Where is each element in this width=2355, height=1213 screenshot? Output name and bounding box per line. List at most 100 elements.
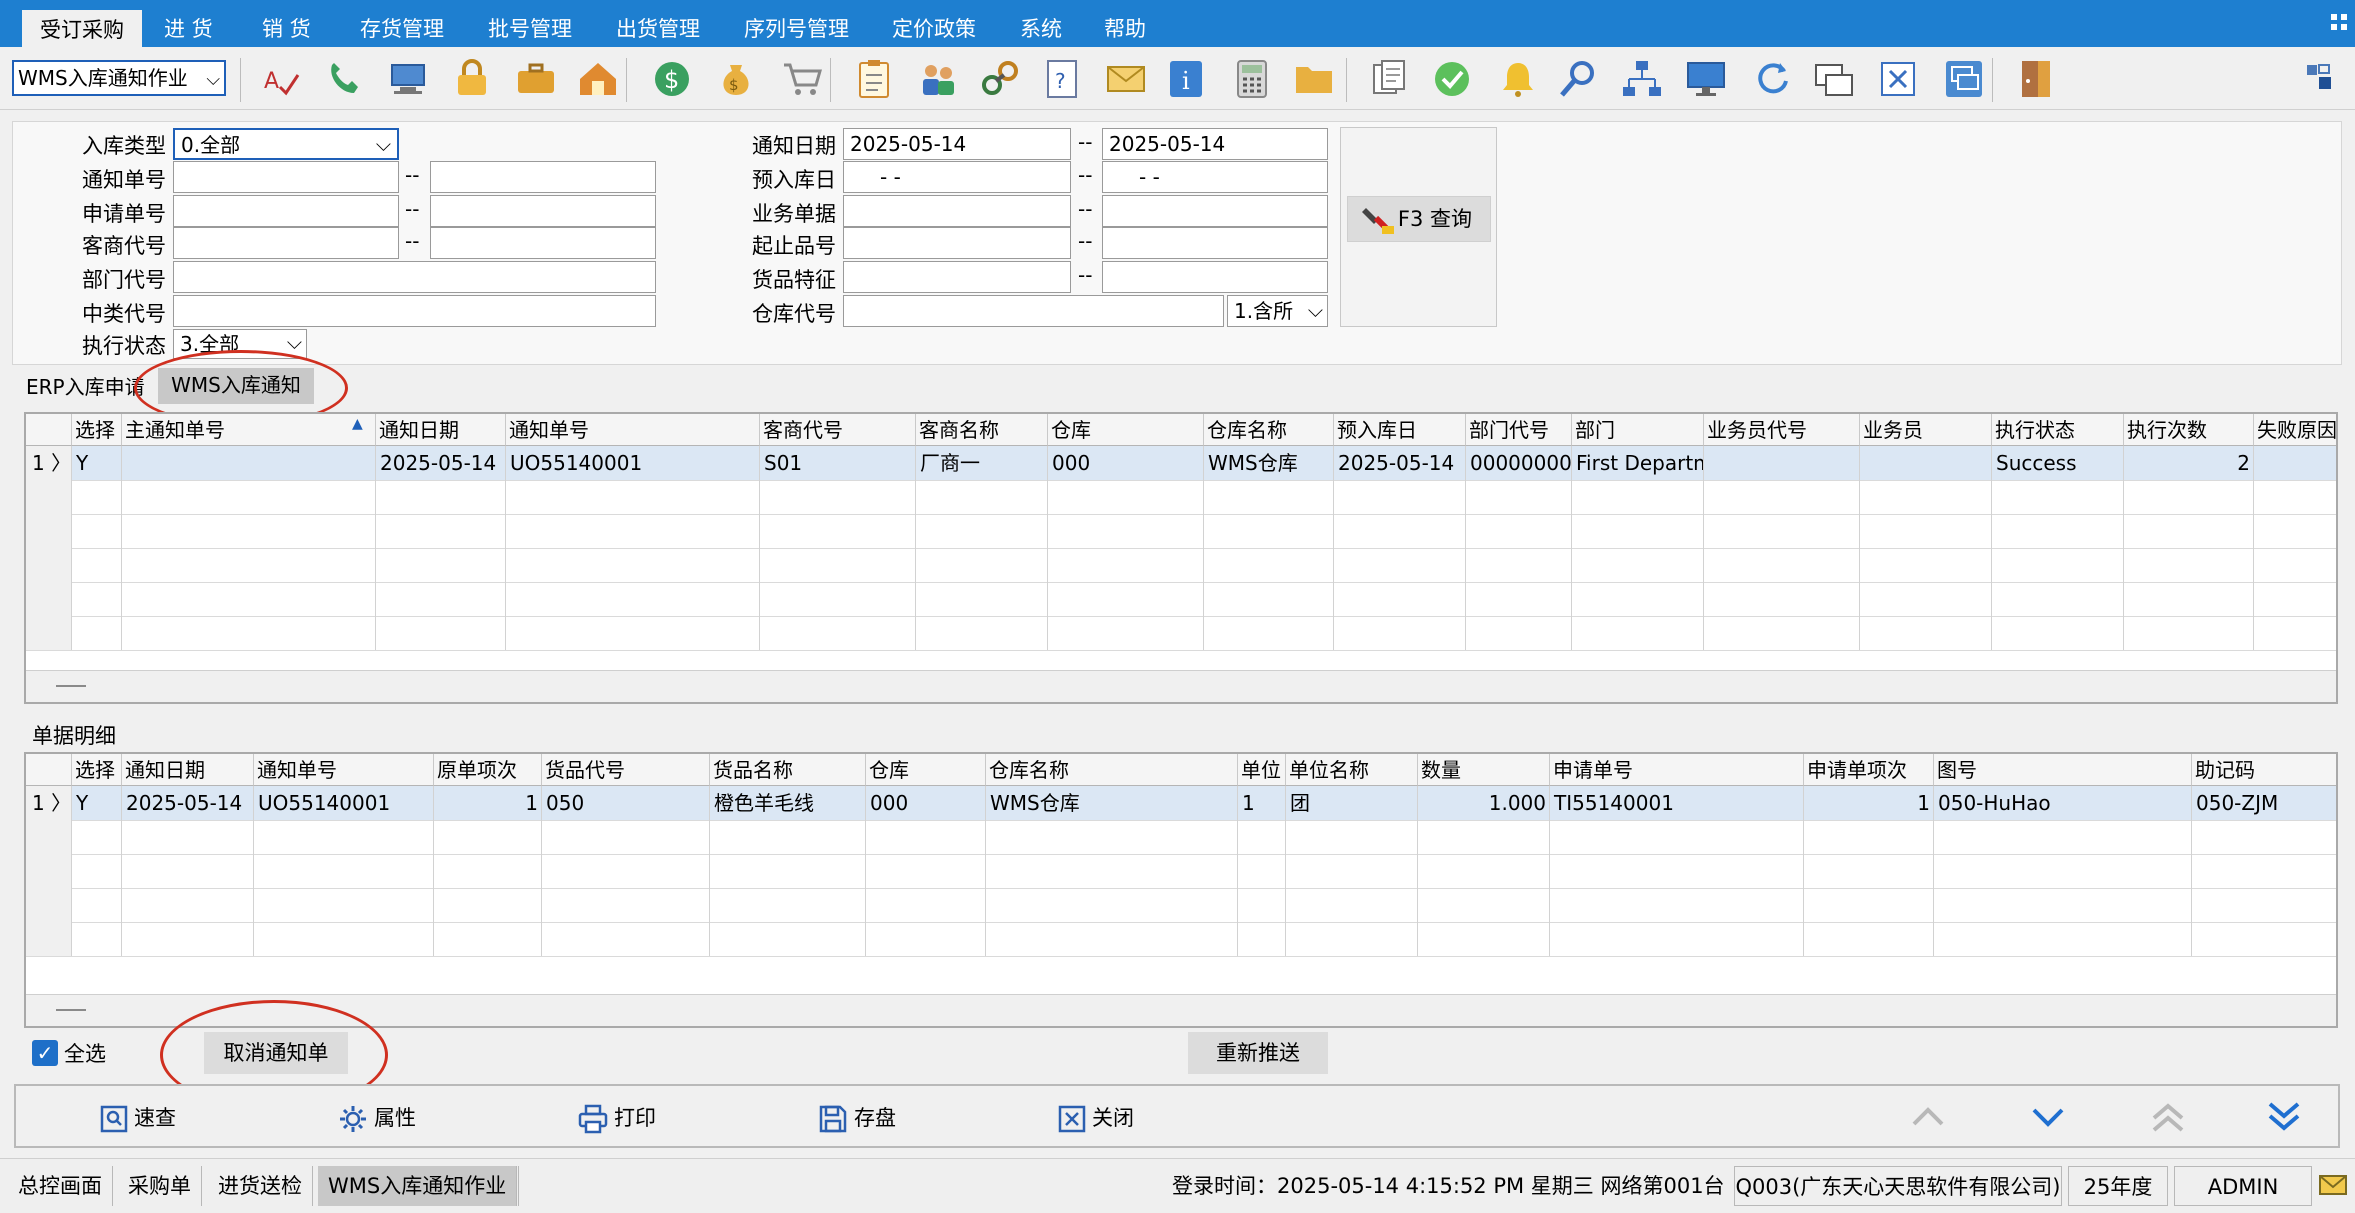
vendor-code-to-input[interactable] bbox=[430, 227, 656, 259]
clipboard-icon[interactable] bbox=[852, 57, 896, 101]
close-button[interactable]: 关闭 bbox=[1058, 1100, 1134, 1136]
column-header[interactable]: 部门代号 bbox=[1466, 414, 1572, 446]
row-indicator[interactable] bbox=[26, 922, 72, 956]
menu-purchase-in[interactable]: 进 货 bbox=[164, 0, 213, 47]
pre-date-from-input[interactable]: - - bbox=[843, 161, 1071, 193]
table-cell[interactable]: 000 bbox=[866, 786, 986, 820]
query-button[interactable]: F3 查询 bbox=[1347, 196, 1491, 242]
windows-icon[interactable] bbox=[1812, 57, 1856, 101]
column-header[interactable]: 业务员 bbox=[1860, 414, 1992, 446]
column-header[interactable]: 仓库名称 bbox=[1204, 414, 1334, 446]
column-header[interactable]: 客商名称 bbox=[916, 414, 1048, 446]
help-doc-icon[interactable]: ? bbox=[1040, 57, 1084, 101]
column-header[interactable]: 业务员代号 bbox=[1704, 414, 1860, 446]
restore-icon[interactable] bbox=[1942, 57, 1986, 101]
grip-icon[interactable] bbox=[2329, 12, 2349, 32]
item-range-to-input[interactable] bbox=[1102, 227, 1328, 259]
request-no-from-input[interactable] bbox=[173, 195, 399, 227]
mail-icon[interactable] bbox=[1104, 57, 1148, 101]
status-tab-wms-notice[interactable]: WMS入库通知作业 bbox=[318, 1166, 518, 1206]
warehouse-input[interactable] bbox=[843, 295, 1224, 327]
check-icon[interactable] bbox=[1430, 57, 1474, 101]
row-indicator[interactable] bbox=[26, 548, 72, 582]
row-indicator[interactable] bbox=[26, 514, 72, 548]
column-header[interactable]: 部门 bbox=[1572, 414, 1704, 446]
double-chevron-down-icon[interactable] bbox=[2264, 1100, 2304, 1134]
notice-no-to-input[interactable] bbox=[430, 161, 656, 193]
table-cell[interactable] bbox=[1860, 446, 1992, 480]
table-cell[interactable] bbox=[122, 446, 376, 480]
column-header[interactable]: 预入库日 bbox=[1334, 414, 1466, 446]
column-header[interactable]: 客商代号 bbox=[760, 414, 916, 446]
column-header[interactable]: 货品名称 bbox=[710, 754, 866, 786]
menu-help[interactable]: 帮助 bbox=[1104, 0, 1146, 47]
table-cell[interactable]: 2025-05-14 bbox=[1334, 446, 1466, 480]
pre-date-to-input[interactable]: - - bbox=[1102, 161, 1328, 193]
table-cell[interactable]: 2 bbox=[2124, 446, 2254, 480]
chevron-down-icon[interactable] bbox=[2028, 1100, 2068, 1134]
row-indicator[interactable]: 1 〉 bbox=[26, 786, 72, 820]
chevron-up-icon[interactable] bbox=[1908, 1100, 1948, 1134]
print-button[interactable]: 打印 bbox=[578, 1100, 656, 1136]
row-indicator[interactable] bbox=[26, 480, 72, 514]
menu-shipping[interactable]: 出货管理 bbox=[616, 0, 700, 47]
lock-icon[interactable] bbox=[450, 57, 494, 101]
close-icon[interactable] bbox=[1876, 57, 1920, 101]
table-cell[interactable]: 橙色羊毛线 bbox=[710, 786, 866, 820]
column-header[interactable]: 申请单号 bbox=[1550, 754, 1804, 786]
business-doc-from-input[interactable] bbox=[843, 195, 1071, 227]
computer-icon[interactable] bbox=[386, 57, 430, 101]
table-cell[interactable]: 00000000 bbox=[1466, 446, 1572, 480]
menu-pricing[interactable]: 定价政策 bbox=[892, 0, 976, 47]
mail-icon[interactable] bbox=[2318, 1172, 2348, 1198]
item-feature-to-input[interactable] bbox=[1102, 261, 1328, 293]
layout-icon[interactable] bbox=[2304, 62, 2334, 92]
table-cell[interactable]: 000 bbox=[1048, 446, 1204, 480]
status-tab-dashboard[interactable]: 总控画面 bbox=[8, 1166, 113, 1206]
column-header[interactable]: 数量 bbox=[1418, 754, 1550, 786]
column-header[interactable]: 执行状态 bbox=[1992, 414, 2124, 446]
cart-icon[interactable] bbox=[780, 57, 824, 101]
table-cell[interactable]: WMS仓库 bbox=[1204, 446, 1334, 480]
dollar-icon[interactable]: $ bbox=[650, 57, 694, 101]
info-icon[interactable]: i bbox=[1164, 57, 1208, 101]
table-cell[interactable]: UO55140001 bbox=[506, 446, 760, 480]
column-header[interactable]: 原单项次 bbox=[434, 754, 542, 786]
column-header[interactable]: 仓库名称 bbox=[986, 754, 1238, 786]
table-cell[interactable]: 050-ZJM bbox=[2192, 786, 2336, 820]
save-button[interactable]: 存盘 bbox=[818, 1100, 896, 1136]
menu-batch[interactable]: 批号管理 bbox=[488, 0, 572, 47]
table-cell[interactable]: 050 bbox=[542, 786, 710, 820]
users-icon[interactable] bbox=[916, 57, 960, 101]
column-header[interactable]: 仓库 bbox=[1048, 414, 1204, 446]
dept-code-input[interactable] bbox=[173, 261, 656, 293]
column-header[interactable]: 仓库 bbox=[866, 754, 986, 786]
table-cell[interactable]: 1 bbox=[1804, 786, 1934, 820]
request-no-to-input[interactable] bbox=[430, 195, 656, 227]
table-cell[interactable]: Y bbox=[72, 786, 122, 820]
exit-door-icon[interactable] bbox=[2014, 57, 2058, 101]
row-indicator[interactable] bbox=[26, 820, 72, 854]
calculator-icon[interactable] bbox=[1230, 57, 1274, 101]
row-indicator[interactable] bbox=[26, 616, 72, 650]
select-all-checkbox[interactable]: ✓ bbox=[32, 1040, 58, 1066]
money-bag-icon[interactable]: $ bbox=[714, 57, 758, 101]
table-cell[interactable]: 1 bbox=[434, 786, 542, 820]
table-cell[interactable]: 1.000 bbox=[1418, 786, 1550, 820]
column-header[interactable]: 单位名称 bbox=[1286, 754, 1418, 786]
in-type-select[interactable]: 0.全部 ⌵ bbox=[173, 128, 399, 160]
search-icon[interactable] bbox=[1556, 57, 1600, 101]
business-doc-to-input[interactable] bbox=[1102, 195, 1328, 227]
status-tab-purchase-order[interactable]: 采购单 bbox=[118, 1166, 202, 1206]
table-cell[interactable]: S01 bbox=[760, 446, 916, 480]
menu-inventory[interactable]: 存货管理 bbox=[360, 0, 444, 47]
item-feature-from-input[interactable] bbox=[843, 261, 1071, 293]
table-cell[interactable]: First Departm bbox=[1572, 446, 1704, 480]
refresh-icon[interactable] bbox=[1750, 57, 1794, 101]
folder-icon[interactable] bbox=[1292, 57, 1336, 101]
house-icon[interactable] bbox=[576, 57, 620, 101]
phone-icon[interactable] bbox=[322, 57, 366, 101]
column-header[interactable]: 单位 bbox=[1238, 754, 1286, 786]
table-cell[interactable]: Success bbox=[1992, 446, 2124, 480]
mid-class-input[interactable] bbox=[173, 295, 656, 327]
